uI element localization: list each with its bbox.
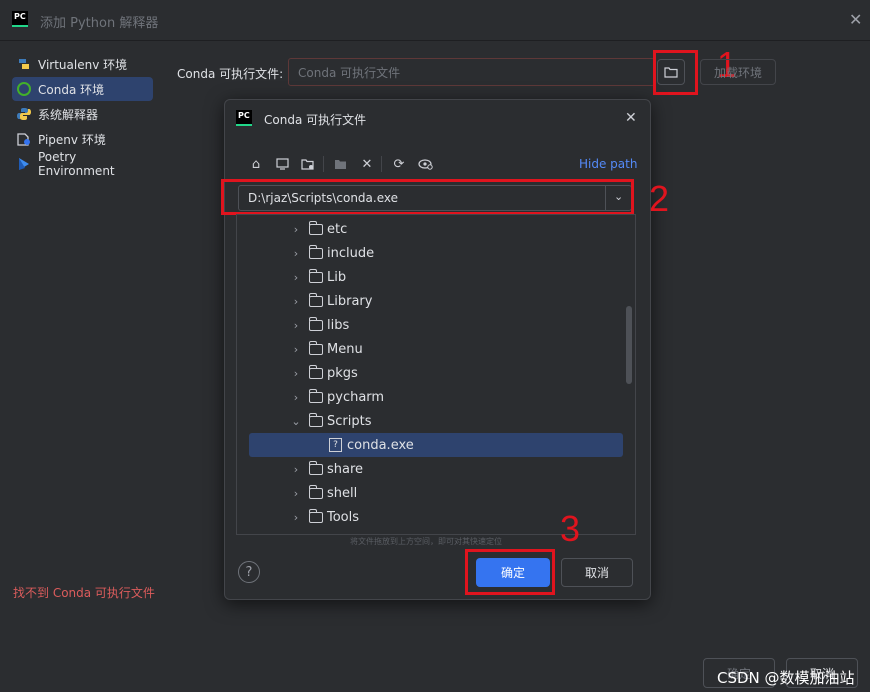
folder-icon: [308, 340, 323, 355]
tree-item-label: Lib: [327, 269, 347, 285]
folder-item[interactable]: › share: [237, 457, 635, 481]
drop-hint: 将文件拖放到上方空间，即可对其快速定位: [350, 537, 502, 546]
tree-item-label: shell: [327, 485, 358, 501]
conda-executable-label: Conda 可执行文件:: [177, 67, 284, 81]
chevron-right-icon[interactable]: ›: [289, 463, 303, 476]
tree-item-label: etc: [327, 221, 348, 237]
refresh-icon[interactable]: ⟳: [390, 155, 408, 173]
tree-item-label: pkgs: [327, 365, 358, 381]
chevron-right-icon[interactable]: ›: [289, 391, 303, 404]
cancel-button[interactable]: 取消: [561, 558, 633, 587]
folder-icon: [308, 508, 323, 523]
window-title: 添加 Python 解释器: [40, 16, 159, 31]
chevron-right-icon[interactable]: ›: [289, 271, 303, 284]
new-folder-icon[interactable]: [332, 155, 350, 173]
virtualenv-icon: [19, 59, 29, 69]
pycharm-logo: PC: [236, 110, 252, 126]
folder-item[interactable]: › pkgs: [237, 361, 635, 385]
folder-item[interactable]: › etc: [237, 217, 635, 241]
chevron-down-icon[interactable]: ⌄: [289, 415, 303, 428]
tree-item-label: Library: [327, 293, 373, 309]
sidebar-item-system[interactable]: 系统解释器: [12, 102, 153, 126]
chevron-right-icon[interactable]: ›: [289, 487, 303, 500]
scrollbar-thumb[interactable]: [626, 306, 632, 384]
close-icon[interactable]: ✕: [849, 10, 862, 29]
tree-item-label: Scripts: [327, 413, 372, 429]
folder-item[interactable]: › include: [237, 241, 635, 265]
help-icon[interactable]: ?: [238, 561, 260, 583]
folder-icon: [308, 244, 323, 259]
annotation-number-2: 2: [649, 178, 670, 219]
tree-item-label: Tools: [327, 509, 360, 525]
sidebar-item-poetry[interactable]: Poetry Environment: [12, 150, 153, 178]
sidebar-item-pipenv[interactable]: Pipenv 环境: [12, 127, 153, 151]
chevron-right-icon[interactable]: ›: [289, 511, 303, 524]
home-icon[interactable]: ⌂: [247, 155, 265, 173]
sidebar-item-label: Pipenv 环境: [38, 132, 106, 147]
watermark: CSDN @数模加油站: [717, 669, 855, 687]
folder-item[interactable]: › libs: [237, 313, 635, 337]
toolbar-divider: [323, 156, 324, 172]
chevron-right-icon[interactable]: ›: [289, 295, 303, 308]
folder-item[interactable]: › shell: [237, 481, 635, 505]
python-icon: [17, 108, 31, 120]
show-hidden-icon[interactable]: [417, 155, 435, 173]
pycharm-logo: PC: [12, 11, 28, 27]
sidebar-item-label: 系统解释器: [38, 107, 99, 122]
sidebar-item-label: Virtualenv 环境: [38, 57, 128, 72]
sidebar-item-label: Conda 环境: [38, 82, 105, 97]
folder-item[interactable]: › Lib: [237, 265, 635, 289]
file-tree[interactable]: › etc › include › Lib › Library › libs › Menu › pkgs ›…: [236, 214, 636, 535]
tree-item-label: pycharm: [327, 389, 385, 405]
folder-icon: [308, 388, 323, 403]
tree-item-label: include: [327, 245, 375, 261]
folder-icon: [308, 364, 323, 379]
folder-icon: [308, 292, 323, 307]
hide-path-link[interactable]: Hide path: [579, 157, 637, 171]
tree-item-label: Menu: [327, 341, 363, 357]
chevron-right-icon[interactable]: ›: [289, 319, 303, 332]
desktop-icon[interactable]: [273, 155, 291, 173]
sidebar-item-conda[interactable]: Conda 环境: [12, 77, 153, 101]
dialog-title: Conda 可执行文件: [264, 113, 367, 127]
folder-item[interactable]: ⌄ Scripts: [237, 409, 635, 433]
annotation-number-3: 3: [560, 508, 581, 549]
tree-item-label: libs: [327, 317, 350, 333]
folder-icon: [308, 268, 323, 283]
folder-icon: [308, 484, 323, 499]
load-environment-button[interactable]: 加载环境: [700, 59, 776, 85]
dialog-close-icon[interactable]: ✕: [625, 110, 637, 126]
folder-icon: [308, 220, 323, 235]
chevron-right-icon[interactable]: ›: [289, 367, 303, 380]
delete-icon[interactable]: ✕: [358, 155, 376, 173]
sidebar-item-label: Poetry Environment: [38, 150, 115, 178]
conda-icon: [17, 82, 31, 96]
chevron-right-icon[interactable]: ›: [289, 223, 303, 236]
annotation-box-2: [221, 179, 634, 215]
conda-executable-field[interactable]: Conda 可执行文件: [288, 58, 655, 86]
chevron-right-icon[interactable]: ›: [289, 343, 303, 356]
annotation-box-3: [465, 549, 555, 595]
project-folder-icon[interactable]: [299, 155, 317, 173]
poetry-icon: [19, 158, 29, 170]
folder-item[interactable]: › Library: [237, 289, 635, 313]
sidebar-item-virtualenv[interactable]: Virtualenv 环境: [12, 52, 153, 76]
annotation-box-1: [653, 50, 698, 95]
pipenv-icon: [17, 133, 30, 146]
folder-icon: [308, 460, 323, 475]
tree-item-label: share: [327, 461, 364, 477]
folder-icon: [308, 412, 323, 427]
file-item[interactable]: ? conda.exe: [249, 433, 623, 457]
folder-icon: [308, 316, 323, 331]
chevron-right-icon[interactable]: ›: [289, 247, 303, 260]
toolbar-divider: [381, 156, 382, 172]
folder-item[interactable]: › pycharm: [237, 385, 635, 409]
error-message: 找不到 Conda 可执行文件: [13, 586, 155, 600]
tree-item-label: conda.exe: [347, 437, 414, 453]
unknown-file-icon: ?: [329, 438, 342, 452]
folder-item[interactable]: › Menu: [237, 337, 635, 361]
